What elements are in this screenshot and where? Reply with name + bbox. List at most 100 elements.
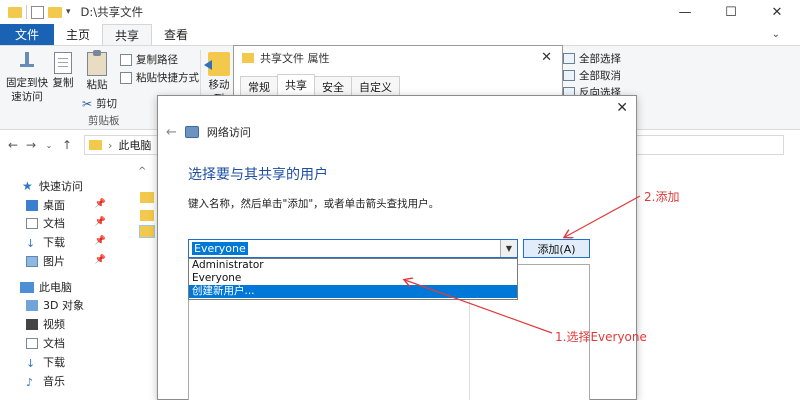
- nav-label: 下载: [43, 236, 65, 249]
- download-icon: ↓: [26, 236, 36, 250]
- maximize-button[interactable]: ☐: [708, 0, 754, 24]
- download-icon: ↓: [26, 356, 36, 370]
- tab-view[interactable]: 查看: [152, 24, 200, 45]
- nav-label: 下载: [43, 356, 65, 369]
- toolbar-separator: [26, 5, 27, 19]
- quick-access-toolbar: ▾: [0, 5, 71, 19]
- paste-label: 粘贴: [86, 79, 108, 91]
- tab-file[interactable]: 文件: [0, 24, 55, 45]
- folder-icon[interactable]: [139, 225, 155, 238]
- nav-label: 文档: [43, 337, 65, 350]
- recent-chevron-icon[interactable]: ⌄: [40, 141, 58, 150]
- close-button[interactable]: ✕: [754, 0, 800, 24]
- add-button[interactable]: 添加(A): [523, 239, 590, 258]
- network-access-dialog: ✕ ← 网络访问 选择要与其共享的用户 键入名称，然后单击"添加"，或者单击箭头…: [157, 95, 637, 400]
- nav-label: 视频: [43, 318, 65, 331]
- folder-icon[interactable]: [140, 192, 154, 203]
- nav-videos[interactable]: 视频: [26, 316, 65, 332]
- computer-icon: [20, 281, 34, 293]
- select-none-button[interactable]: 全部取消: [563, 68, 621, 83]
- pictures-icon: [26, 255, 38, 267]
- new-folder-qat-icon[interactable]: [48, 6, 62, 18]
- nav-downloads[interactable]: ↓ 下载: [26, 234, 65, 250]
- folder-icon[interactable]: [140, 210, 154, 221]
- nav-pictures[interactable]: 图片: [26, 253, 65, 269]
- dialog-heading: 选择要与其共享的用户: [188, 167, 328, 183]
- folder-icon: [89, 140, 102, 150]
- nav-label: 此电脑: [39, 281, 72, 294]
- nav-pc-downloads[interactable]: ↓ 下载: [26, 354, 65, 370]
- nav-music[interactable]: ♪ 音乐: [26, 373, 65, 389]
- up-arrow-icon[interactable]: ↑: [58, 138, 76, 152]
- forward-arrow-icon[interactable]: →: [22, 138, 40, 152]
- nav-quick-access[interactable]: ★ 快速访问: [22, 178, 83, 194]
- paste-shortcut-icon: [120, 71, 132, 84]
- properties-title: 共享文件 属性: [260, 52, 330, 65]
- tab-general[interactable]: 常规: [240, 76, 278, 96]
- scissors-icon: ✂: [82, 96, 93, 111]
- move-to-icon: [204, 52, 230, 76]
- tab-share[interactable]: 共享: [102, 24, 153, 45]
- nav-3d-objects[interactable]: 3D 对象: [26, 297, 84, 313]
- user-name-combobox[interactable]: Everyone ▼: [188, 239, 518, 258]
- breadcrumb-this-pc[interactable]: 此电脑: [118, 137, 151, 153]
- select-all-button[interactable]: 全部选择: [563, 51, 621, 66]
- nav-pc-documents[interactable]: 文档: [26, 335, 65, 351]
- pin-icon: 📌: [94, 255, 106, 265]
- paste-shortcut-button[interactable]: 粘贴快捷方式: [120, 70, 199, 85]
- pin-icon: [17, 52, 37, 74]
- cut-button[interactable]: ✂ 剪切: [82, 96, 117, 111]
- ribbon-collapse-icon[interactable]: ⌄: [772, 24, 800, 45]
- annotation-step2: 2.添加: [644, 190, 680, 204]
- tab-home[interactable]: 主页: [54, 24, 102, 45]
- window-title: D:\共享文件: [80, 5, 144, 19]
- breadcrumb-separator-icon: ›: [108, 138, 113, 152]
- nav-desktop[interactable]: 桌面: [26, 197, 65, 213]
- chevron-down-icon[interactable]: ▾: [66, 7, 71, 17]
- navigation-pane: ★ 快速访问 桌面 📌 文档 📌 ↓ 下载 📌 图片 📌 此电脑 3D 对象 视…: [0, 160, 118, 400]
- desktop-icon: [26, 199, 38, 211]
- copy-path-button[interactable]: 复制路径: [120, 52, 178, 67]
- dialog-nav: ← 网络访问: [166, 124, 251, 140]
- nav-label: 快速访问: [39, 180, 83, 193]
- nav-this-pc[interactable]: 此电脑: [20, 279, 72, 295]
- pin-icon: 📌: [94, 236, 106, 246]
- close-icon[interactable]: ✕: [541, 50, 552, 65]
- column-divider: [469, 301, 470, 400]
- music-icon: ♪: [26, 375, 34, 389]
- tab-sharing[interactable]: 共享: [277, 74, 315, 96]
- option-create-new-user[interactable]: 创建新用户...: [189, 285, 517, 298]
- select-none-icon: [563, 70, 575, 81]
- pin-icon: 📌: [94, 199, 106, 209]
- nav-label: 图片: [43, 255, 65, 268]
- column-sort-icon[interactable]: ^: [138, 166, 146, 177]
- chevron-down-icon[interactable]: ▼: [500, 240, 517, 257]
- copy-button[interactable]: 复制: [50, 52, 76, 90]
- star-icon: ★: [22, 179, 33, 193]
- option-everyone[interactable]: Everyone: [189, 272, 517, 285]
- select-all-icon: [563, 53, 575, 64]
- select-none-label: 全部取消: [579, 70, 621, 82]
- copy-path-label: 复制路径: [136, 54, 178, 66]
- tab-customize[interactable]: 自定义: [351, 76, 400, 96]
- option-administrator[interactable]: Administrator: [189, 259, 517, 272]
- user-dropdown-list: Administrator Everyone 创建新用户...: [188, 258, 518, 300]
- properties-qat-icon[interactable]: [31, 5, 44, 19]
- pin-to-quick-access-button[interactable]: 固定到快 速访问: [6, 52, 48, 104]
- combo-value: Everyone: [192, 242, 248, 255]
- dialog-description: 键入名称，然后单击"添加"，或者单击箭头查找用户。: [188, 198, 440, 210]
- close-icon[interactable]: ✕: [616, 100, 628, 116]
- back-arrow-icon[interactable]: ←: [166, 125, 177, 140]
- copy-icon: [54, 52, 72, 74]
- nav-label: 音乐: [43, 375, 65, 388]
- tab-security[interactable]: 安全: [314, 76, 352, 96]
- nav-documents[interactable]: 文档: [26, 215, 65, 231]
- folder-icon: [8, 6, 22, 18]
- minimize-button[interactable]: —: [662, 0, 708, 24]
- back-arrow-icon[interactable]: ←: [4, 138, 22, 152]
- paste-button[interactable]: 粘贴: [84, 50, 110, 92]
- select-all-label: 全部选择: [579, 53, 621, 65]
- ribbon-tabs: 文件 主页 共享 查看 ⌄: [0, 24, 800, 45]
- document-icon: [26, 217, 38, 229]
- cut-label: 剪切: [96, 98, 118, 110]
